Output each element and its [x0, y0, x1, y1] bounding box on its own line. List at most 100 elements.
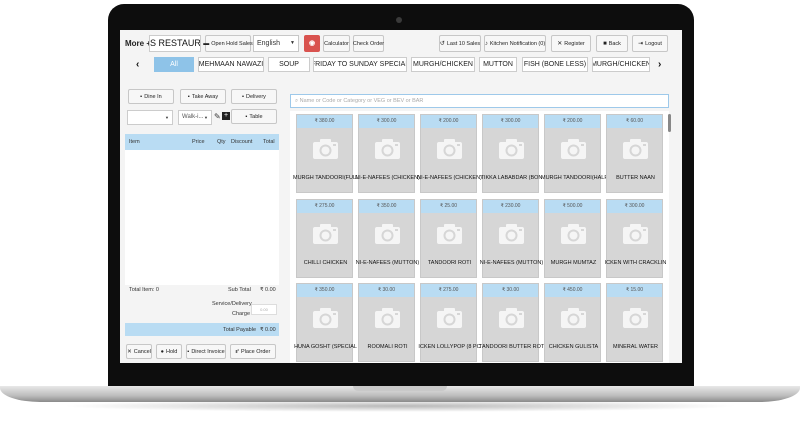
camera-placeholder-icon [622, 306, 649, 329]
category-tab[interactable]: MEHMAAN NAWAZI [198, 57, 264, 72]
cart-col-discount: Discount [231, 139, 253, 145]
truck-icon: ▪ [242, 93, 245, 100]
customer-select[interactable]: Walk-i... ▼ [178, 110, 212, 125]
product-card[interactable]: ₹ 300.00 TIKKA LABABDAR (BON [481, 114, 542, 193]
cart-col-price: Price [192, 139, 205, 145]
waiter-select[interactable]: ▼ [127, 110, 173, 125]
product-price: ₹ 25.00 [421, 200, 476, 213]
product-search-input[interactable]: ⌕ Name or Code or Category or VEG or BEV… [290, 94, 669, 108]
cart-col-qty: Qty [217, 139, 226, 145]
product-name: ICKEN WITH CRACKLIN [604, 260, 667, 266]
camera-placeholder-icon [560, 306, 587, 329]
camera-placeholder-icon [312, 137, 339, 160]
back-button[interactable]: ■ Back [596, 35, 628, 52]
product-card[interactable]: ₹ 500.00 MURGH MUMTAZ [544, 199, 601, 278]
last-sales-button[interactable]: ↺ Last 10 Sales [439, 35, 481, 52]
product-card[interactable]: ₹ 60.00 BUTTER NAAN [606, 114, 663, 193]
product-name: TANDOORI ROTI [427, 260, 472, 266]
laptop-notch [353, 386, 447, 391]
dine-in-button[interactable]: ▪ Dine In [128, 89, 174, 104]
product-card[interactable]: ₹ 300.00 NI-E-NAFEES (CHICKEN) [355, 114, 420, 193]
service-charge-input[interactable]: 0.00 [251, 304, 277, 315]
cart-header: Item Price Qty Discount Total [125, 134, 279, 150]
product-price: ₹ 60.00 [607, 115, 662, 128]
cart-items-list [125, 150, 279, 285]
product-grid: ₹ 380.00 MURGH TANDOORI(FULL) ₹ 300.00 NI-E… [290, 111, 669, 363]
register-button[interactable]: ✕ Register [551, 35, 591, 52]
product-price: ₹ 350.00 [359, 200, 414, 213]
product-card[interactable]: ₹ 30.00 ROOMALI ROTI [358, 283, 415, 362]
camera-placeholder-icon [374, 306, 401, 329]
product-price: ₹ 275.00 [297, 200, 352, 213]
product-price: ₹ 30.00 [483, 284, 538, 297]
chevron-down-icon: ▼ [204, 115, 208, 120]
camera-placeholder-icon [560, 137, 587, 160]
product-name: NI-E-NAFEES (MUTTON) [355, 260, 420, 266]
product-card[interactable]: ₹ 350.00 NI-E-NAFEES (MUTTON) [356, 199, 419, 278]
table-icon: ▪ [245, 113, 248, 120]
product-name: NI-E-NAFEES (MUTTON) [479, 260, 544, 266]
camera-placeholder-icon [498, 137, 525, 160]
product-name: BUTTER NAAN [616, 175, 655, 181]
product-name: TIKKA LABABDAR (BON [480, 175, 543, 181]
product-card[interactable]: ₹ 15.00 MINERAL WATER [606, 283, 663, 362]
chevron-right-icon[interactable]: › [658, 59, 661, 70]
total-items: Total Item: 0 [129, 287, 159, 293]
product-price: ₹ 350.00 [297, 284, 352, 297]
product-card[interactable]: ₹ 275.00 CHILLI CHICKEN [296, 199, 353, 278]
product-card[interactable]: ₹ 300.00 ICKEN WITH CRACKLIN [605, 199, 666, 278]
direct-invoice-button[interactable]: ▪ Direct Invoice [186, 344, 226, 359]
category-tab[interactable]: FISH (BONE LESS) [522, 57, 588, 72]
cancel-button[interactable]: ✕ Cancel [126, 344, 152, 359]
product-card[interactable]: ₹ 25.00 TANDOORI ROTI [420, 199, 477, 278]
product-card[interactable]: ₹ 30.00 TANDOORI BUTTER ROTI [479, 283, 544, 362]
add-customer-icon[interactable]: + [222, 112, 230, 120]
product-name: TANDOORI BUTTER ROTI [479, 344, 544, 350]
category-tab[interactable]: MUTTON [479, 57, 517, 72]
logout-button[interactable]: ⇥ Logout [632, 35, 668, 52]
chevron-down-icon: ▼ [165, 115, 169, 120]
product-name: ICKEN LOLLYPOP (8 PC [418, 344, 481, 350]
alert-icon: ◉ [308, 40, 316, 47]
category-tab[interactable]: SOUP [268, 57, 310, 72]
camera-placeholder-icon [622, 222, 649, 245]
product-card[interactable]: ₹ 450.00 CHICKEN GULISTA [544, 283, 601, 362]
category-tab[interactable]: FRIDAY TO SUNDAY SPECIAL [313, 57, 407, 72]
product-card[interactable]: ₹ 200.00 MURGH TANDOORI(HALF) [541, 114, 606, 193]
product-name: MURGH TANDOORI(HALF) [541, 175, 606, 181]
kitchen-notification-button[interactable]: ♪ Kitchen Notification (0) [484, 35, 546, 52]
edit-customer-icon[interactable]: ✎ [214, 112, 221, 121]
alert-button[interactable]: ◉ [304, 35, 320, 52]
take-away-button[interactable]: ▪ Take Away [180, 89, 226, 104]
restaurant-name: S RESTAURANT [149, 35, 201, 52]
chevron-left-icon[interactable]: ‹ [136, 59, 139, 70]
delivery-button[interactable]: ▪ Delivery [231, 89, 277, 104]
hold-button[interactable]: ● Hold [156, 344, 182, 359]
product-name: CHICKEN GULISTA [548, 344, 599, 350]
product-price: ₹ 500.00 [545, 200, 600, 213]
grid-scrollbar[interactable] [668, 114, 671, 132]
table-button[interactable]: ▪ Table [231, 109, 277, 124]
open-hold-sales-button[interactable]: ▬ Open Hold Sales [203, 35, 253, 52]
product-card[interactable]: ₹ 200.00 NI-E-NAFEES (CHICKEN) [417, 114, 482, 193]
webcam [396, 17, 402, 23]
check-order-button[interactable]: Check Order [353, 35, 384, 52]
camera-placeholder-icon [498, 306, 525, 329]
calculator-button[interactable]: Calculator [323, 35, 350, 52]
place-order-button[interactable]: ⑈ Place Order [230, 344, 276, 359]
product-price: ₹ 200.00 [421, 115, 476, 128]
product-card[interactable]: ₹ 380.00 MURGH TANDOORI(FULL) [293, 114, 358, 193]
more-menu[interactable]: More + [125, 39, 151, 48]
product-name: NI-E-NAFEES (CHICKEN) [417, 175, 482, 181]
language-select[interactable]: English ▼ [253, 35, 299, 52]
back-icon: ■ [603, 40, 607, 47]
category-tab[interactable]: MURGH/CHICKEN [592, 57, 650, 72]
product-card[interactable]: ₹ 275.00 ICKEN LOLLYPOP (8 PC [418, 283, 481, 362]
product-price: ₹ 300.00 [607, 200, 662, 213]
product-name: HUNA GOSHT (SPECIAL [294, 344, 357, 350]
service-charge-label: Service/Delivery [212, 301, 252, 307]
product-card[interactable]: ₹ 350.00 HUNA GOSHT (SPECIAL [294, 283, 357, 362]
product-card[interactable]: ₹ 230.00 NI-E-NAFEES (MUTTON) [480, 199, 543, 278]
category-tab-all[interactable]: All [154, 57, 194, 72]
category-tab[interactable]: MURGH/CHICKEN [411, 57, 475, 72]
